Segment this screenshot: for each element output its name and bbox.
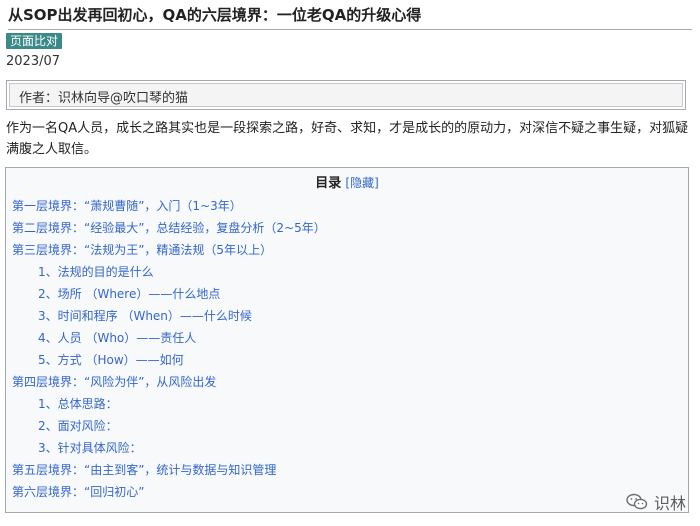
toc-item[interactable]: 第五层境界：“由主到客”，统计与数据与知识管理 — [12, 459, 326, 481]
author-box: 作者：识林向导@吹口琴的猫 — [6, 80, 686, 110]
toc-item[interactable]: 1、法规的目的是什么 — [12, 261, 326, 283]
toc-item[interactable]: 4、人员 （Who）——责任人 — [12, 327, 326, 349]
toc-item[interactable]: 第四层境界：“风险为伴”，从风险出发 — [12, 371, 326, 393]
toc-item[interactable]: 第二层境界：“经验最大”，总结经验，复盘分析（2~5年） — [12, 217, 326, 239]
toc-hide-toggle[interactable]: [隐藏] — [345, 176, 378, 190]
author-text: 作者：识林向导@吹口琴的猫 — [19, 91, 189, 106]
toc-item[interactable]: 3、时间和程序 （When）——什么时候 — [12, 305, 326, 327]
toc-item[interactable]: 第一层境界：“萧规曹随”，入门（1~3年） — [12, 195, 326, 217]
toc-header: 目录 [隐藏] — [6, 173, 688, 194]
toc-item[interactable]: 2、场所 （Where）——什么地点 — [12, 283, 326, 305]
toc-item[interactable]: 3、针对具体风险： — [12, 437, 326, 459]
watermark: 识林 — [626, 490, 686, 514]
intro-paragraph: 作为一名QA人员，成长之路其实也是一段探索之路，好奇、求知，才是成长的的原动力，… — [6, 121, 689, 157]
toc-list: 第一层境界：“萧规曹随”，入门（1~3年） 第二层境界：“经验最大”，总结经验，复… — [12, 195, 326, 503]
toc-item[interactable]: 第三层境界：“法规为王”，精通法规（5年以上） — [12, 239, 326, 261]
compare-page-badge[interactable]: 页面比对 — [6, 33, 63, 49]
toc-title: 目录 — [315, 176, 342, 191]
wechat-icon — [626, 493, 648, 510]
toc-item[interactable]: 第六层境界：“回归初心” — [12, 481, 326, 503]
table-of-contents: 目录 [隐藏] 第一层境界：“萧规曹随”，入门（1~3年） 第二层境界：“经验最大… — [5, 167, 689, 513]
publish-date: 2023/07 — [6, 54, 61, 69]
toc-item[interactable]: 5、方式 （How）——如何 — [12, 349, 326, 371]
watermark-text: 识林 — [653, 494, 686, 513]
toc-item[interactable]: 2、面对风险： — [12, 415, 326, 437]
toc-item[interactable]: 1、总体思路： — [12, 393, 326, 415]
page-title: 从SOP出发再回初心，QA的六层境界：一位老QA的升级心得 — [8, 4, 692, 30]
